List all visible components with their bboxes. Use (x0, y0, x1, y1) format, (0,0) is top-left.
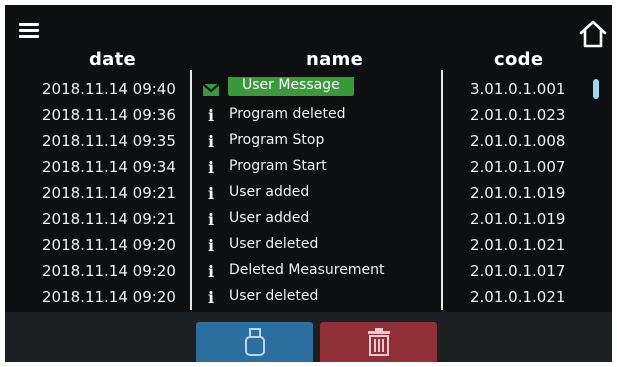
row-date: 2018.11.14 09:34 (42, 158, 176, 176)
row-code: 2.01.0.1.008 (470, 132, 566, 150)
row-date: 2018.11.14 09:40 (42, 80, 176, 98)
table-row[interactable]: 2018.11.14 09:20 i User deleted 2.01.0.1.02… (5, 285, 595, 303)
row-date: 2018.11.14 09:20 (42, 262, 176, 280)
table-row[interactable]: 2018.11.14 09:20 i Deleted Measurement 2.01… (5, 259, 595, 285)
bottom-toolbar (5, 312, 612, 362)
row-name: User deleted (229, 236, 319, 252)
row-date: 2018.11.14 09:21 (42, 210, 176, 228)
row-name: User added (229, 210, 310, 226)
row-name: User added (229, 184, 310, 200)
row-date: 2018.11.14 09:35 (42, 132, 176, 150)
row-name: Deleted Measurement (229, 262, 385, 278)
row-name: Program deleted (229, 106, 346, 122)
event-log-screen: date name code 2018.11.14 09:40 User Mess… (5, 5, 612, 362)
row-date: 2018.11.14 09:20 (42, 236, 176, 254)
info-icon: i (207, 106, 215, 125)
table-row[interactable]: 2018.11.14 09:20 i User deleted 2.01.0.1.02… (5, 233, 595, 259)
info-icon: i (207, 184, 215, 203)
column-header-date: date (89, 49, 137, 70)
row-name: Program Start (229, 158, 327, 174)
table-row[interactable]: 2018.11.14 09:21 i User added 2.01.0.1.019 (5, 181, 595, 207)
info-icon: i (207, 158, 215, 177)
row-date: 2018.11.14 09:20 (42, 288, 176, 303)
row-name: User deleted (229, 288, 319, 303)
export-usb-button[interactable] (196, 322, 313, 362)
row-code: 2.01.0.1.023 (470, 106, 566, 124)
row-code: 2.01.0.1.021 (470, 236, 566, 254)
table-row[interactable]: 2018.11.14 09:35 i Program Stop 2.01.0.1.00… (5, 129, 595, 155)
info-icon: i (207, 262, 215, 281)
row-date: 2018.11.14 09:36 (42, 106, 176, 124)
trash-icon (367, 328, 390, 356)
usb-icon (244, 328, 265, 356)
row-code: 2.01.0.1.019 (470, 184, 566, 202)
table-row[interactable]: 2018.11.14 09:21 i User added 2.01.0.1.019 (5, 207, 595, 233)
table-row[interactable]: 2018.11.14 09:40 User Message 3.01.0.1.001 (5, 77, 595, 103)
info-icon: i (207, 132, 215, 151)
info-icon: i (207, 288, 215, 304)
event-log-table: 2018.11.14 09:40 User Message 3.01.0.1.001… (5, 77, 595, 303)
table-row[interactable]: 2018.11.14 09:34 i Program Start 2.01.0.1.0… (5, 155, 595, 181)
row-name: User Message (228, 77, 354, 96)
home-icon[interactable] (579, 20, 607, 48)
row-date: 2018.11.14 09:21 (42, 184, 176, 202)
scrollbar-thumb[interactable] (593, 79, 599, 99)
info-icon: i (207, 236, 215, 255)
row-code: 2.01.0.1.007 (470, 158, 566, 176)
row-code: 3.01.0.1.001 (470, 80, 566, 98)
column-header-code: code (494, 49, 544, 70)
row-code: 2.01.0.1.017 (470, 262, 566, 280)
row-code: 2.01.0.1.019 (470, 210, 566, 228)
delete-button[interactable] (320, 322, 437, 362)
info-icon: i (207, 210, 215, 229)
menu-icon[interactable] (19, 23, 39, 39)
table-row[interactable]: 2018.11.14 09:36 i Program deleted 2.01.0.1… (5, 103, 595, 129)
row-name: Program Stop (229, 132, 325, 148)
envelope-icon (202, 81, 220, 99)
column-header-name: name (306, 49, 364, 70)
row-code: 2.01.0.1.021 (470, 288, 566, 303)
